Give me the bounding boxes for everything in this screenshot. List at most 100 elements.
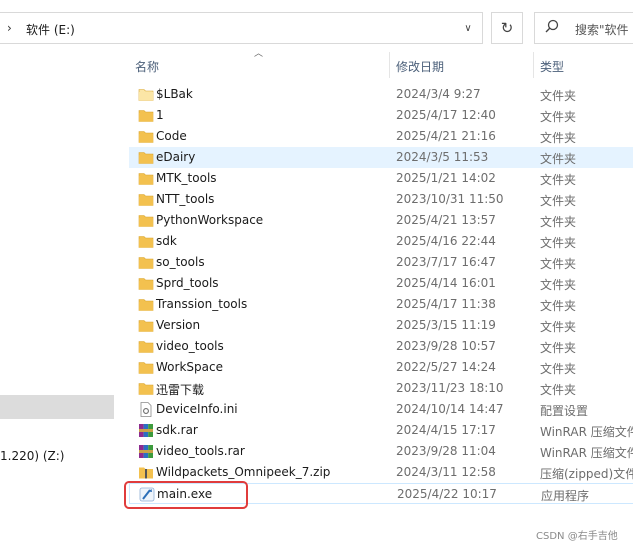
file-date: 2025/4/22 10:17 (397, 487, 497, 501)
file-type: 文件夹 (540, 236, 577, 250)
file-date: 2025/4/21 13:57 (396, 213, 496, 227)
file-row[interactable]: Transsion_tools 2025/4/17 11:38 文件夹 (129, 294, 633, 315)
file-row[interactable]: 1 2025/4/17 12:40 文件夹 (129, 105, 633, 126)
folder-icon (138, 276, 154, 291)
chevron-down-icon[interactable]: ∨ (459, 20, 477, 38)
folder-icon (138, 318, 154, 333)
file-type: WinRAR 压缩文件 (540, 425, 633, 439)
file-type: 配置设置 (540, 404, 589, 418)
nav-item-selected[interactable] (0, 395, 114, 419)
address-bar[interactable]: › 软件 (E:) ∨ (0, 12, 483, 44)
highlight-outline (124, 481, 248, 509)
search-icon (545, 19, 559, 33)
file-type: 文件夹 (540, 173, 577, 187)
file-row[interactable]: sdk 2025/4/16 22:44 文件夹 (129, 231, 633, 252)
column-header-name[interactable]: 名称 (135, 58, 159, 75)
file-date: 2025/4/17 12:40 (396, 108, 496, 122)
file-name: Sprd_tools (156, 276, 219, 290)
file-date: 2024/4/15 17:17 (396, 423, 496, 437)
file-name: Code (156, 129, 187, 143)
file-type: 应用程序 (541, 489, 590, 503)
file-date: 2023/10/31 11:50 (396, 192, 504, 206)
file-date: 2024/3/5 11:53 (396, 150, 489, 164)
file-type: 文件夹 (540, 131, 577, 145)
folder-icon (138, 234, 154, 249)
file-name: 迅雷下载 (156, 383, 205, 397)
column-header-date[interactable]: 修改日期 (396, 58, 444, 75)
folder-icon (138, 213, 154, 228)
file-name: sdk (156, 234, 177, 248)
navigation-pane: 1.220) (Z:) (0, 58, 116, 544)
folder-icon (138, 150, 154, 165)
file-name: PythonWorkspace (156, 213, 264, 227)
file-name: WorkSpace (156, 360, 223, 374)
file-row[interactable]: Version 2025/3/15 11:19 文件夹 (129, 315, 633, 336)
refresh-button[interactable]: ↻ (491, 12, 523, 44)
file-row[interactable]: so_tools 2023/7/17 16:47 文件夹 (129, 252, 633, 273)
file-type: 文件夹 (540, 320, 577, 334)
file-date: 2025/1/21 14:02 (396, 171, 496, 185)
folder-icon (138, 129, 154, 144)
file-row[interactable]: NTT_tools 2023/10/31 11:50 文件夹 (129, 189, 633, 210)
file-name: $LBak (156, 87, 193, 101)
file-type: 文件夹 (540, 194, 577, 208)
file-name: video_tools (156, 339, 224, 353)
file-row[interactable]: video_tools.rar 2023/9/28 11:04 WinRAR 压缩文… (129, 441, 633, 462)
file-date: 2023/9/28 10:57 (396, 339, 496, 353)
ini-file-icon (138, 402, 154, 417)
column-header-type[interactable]: 类型 (540, 58, 564, 75)
file-date: 2025/4/14 16:01 (396, 276, 496, 290)
file-name: Transsion_tools (156, 297, 248, 311)
folder-icon (138, 297, 154, 312)
file-type: 文件夹 (540, 152, 577, 166)
file-type: WinRAR 压缩文件 (540, 446, 633, 460)
file-row[interactable]: MTK_tools 2025/1/21 14:02 文件夹 (129, 168, 633, 189)
folder-icon (138, 381, 154, 396)
file-row[interactable]: DeviceInfo.ini 2024/10/14 14:47 配置设置 (129, 399, 633, 420)
folder-icon (138, 108, 154, 123)
nav-item-network-drive[interactable]: 1.220) (Z:) (0, 449, 64, 463)
folder-icon (138, 192, 154, 207)
file-row[interactable]: video_tools 2023/9/28 10:57 文件夹 (129, 336, 633, 357)
column-divider[interactable] (533, 52, 534, 78)
folder-icon (138, 339, 154, 354)
file-name: video_tools.rar (156, 444, 245, 458)
file-date: 2025/4/21 21:16 (396, 129, 496, 143)
file-date: 2023/7/17 16:47 (396, 255, 496, 269)
column-divider[interactable] (389, 52, 390, 78)
address-path[interactable]: 软件 (E:) (26, 21, 75, 38)
zip-file-icon (138, 465, 154, 480)
folder-icon (138, 171, 154, 186)
file-name: MTK_tools (156, 171, 217, 185)
folder-icon (138, 255, 154, 270)
folder-icon (138, 360, 154, 375)
file-name: eDairy (156, 150, 196, 164)
file-row[interactable]: WorkSpace 2022/5/27 14:24 文件夹 (129, 357, 633, 378)
file-date: 2024/3/4 9:27 (396, 87, 481, 101)
file-row[interactable]: Sprd_tools 2025/4/14 16:01 文件夹 (129, 273, 633, 294)
rar-file-icon (138, 423, 154, 438)
file-date: 2023/11/23 18:10 (396, 381, 504, 395)
file-row[interactable]: eDairy 2024/3/5 11:53 文件夹 (129, 147, 633, 168)
file-date: 2023/9/28 11:04 (396, 444, 496, 458)
file-date: 2024/3/11 12:58 (396, 465, 496, 479)
file-row[interactable]: Code 2025/4/21 21:16 文件夹 (129, 126, 633, 147)
file-row[interactable]: 迅雷下载 2023/11/23 18:10 文件夹 (129, 378, 633, 399)
file-type: 文件夹 (540, 215, 577, 229)
search-input[interactable]: 搜索"软件 (534, 12, 633, 44)
file-row[interactable]: Wildpackets_Omnipeek_7.zip 2024/3/11 12:5… (129, 462, 633, 483)
file-row[interactable]: $LBak 2024/3/4 9:27 文件夹 (129, 84, 633, 105)
file-row[interactable]: sdk.rar 2024/4/15 17:17 WinRAR 压缩文件 (129, 420, 633, 441)
file-date: 2022/5/27 14:24 (396, 360, 496, 374)
file-list: ︿ 名称 修改日期 类型 $LBak 2024/3/4 9:27 文件夹 1 2025/… (116, 44, 633, 544)
file-type: 压缩(zipped)文件 (540, 467, 633, 481)
file-row[interactable]: PythonWorkspace 2025/4/21 13:57 文件夹 (129, 210, 633, 231)
file-type: 文件夹 (540, 89, 577, 103)
file-type: 文件夹 (540, 299, 577, 313)
file-name: DeviceInfo.ini (156, 402, 238, 416)
chevron-right-icon[interactable]: › (7, 21, 12, 35)
file-date: 2025/4/16 22:44 (396, 234, 496, 248)
file-name: Version (156, 318, 201, 332)
column-headers: ︿ 名称 修改日期 类型 (116, 44, 633, 84)
file-type: 文件夹 (540, 341, 577, 355)
